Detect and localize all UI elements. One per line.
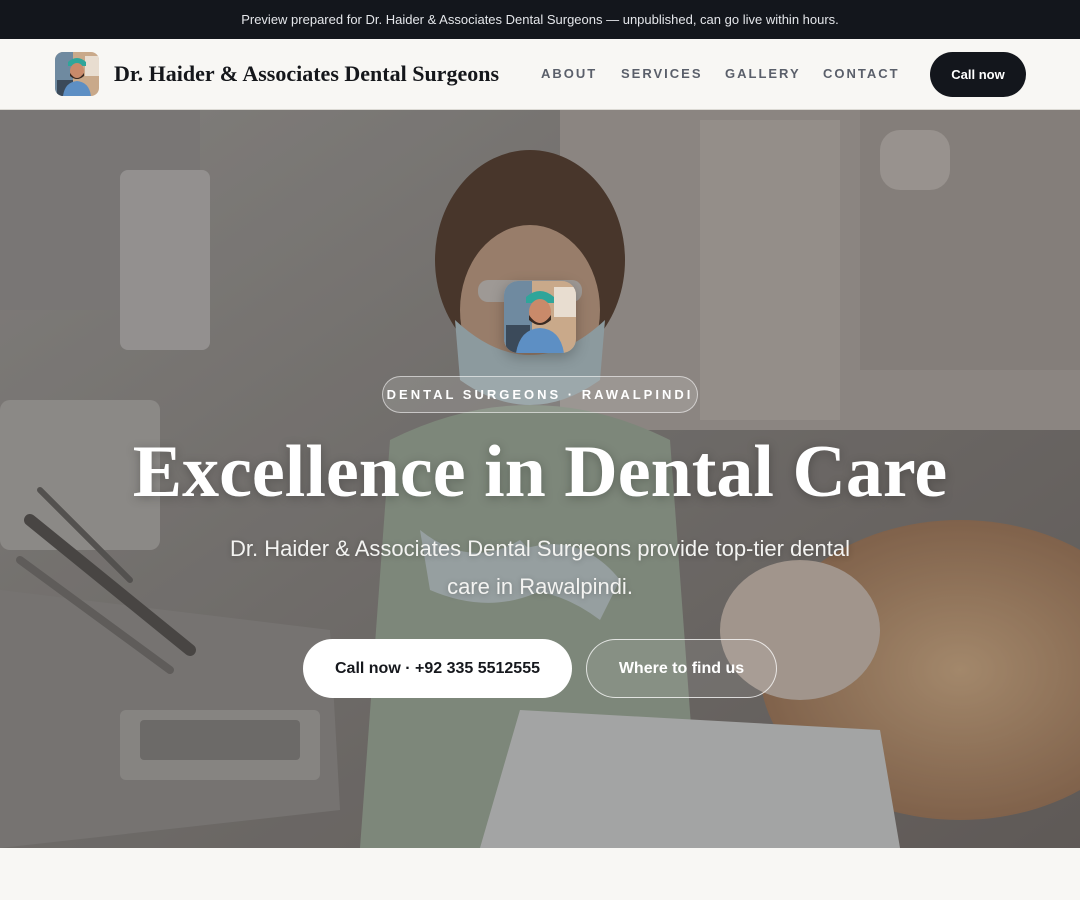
hero-call-button[interactable]: Call now · +92 335 5512555 bbox=[303, 639, 572, 698]
brand-avatar[interactable] bbox=[55, 52, 99, 96]
location-badge: DENTAL SURGEONS · RAWALPINDI bbox=[382, 376, 698, 413]
preview-banner-text: Preview prepared for Dr. Haider & Associ… bbox=[241, 12, 839, 27]
doctor-photo-icon bbox=[55, 52, 99, 96]
nav-contact-link[interactable]: CONTACT bbox=[823, 66, 900, 81]
site-header: Dr. Haider & Associates Dental Surgeons … bbox=[0, 39, 1080, 110]
nav-services-link[interactable]: SERVICES bbox=[621, 66, 703, 81]
next-section bbox=[0, 848, 1080, 900]
doctor-portrait-icon bbox=[504, 281, 576, 353]
hero-subtitle: Dr. Haider & Associates Dental Surgeons … bbox=[230, 536, 850, 599]
nav-about-link[interactable]: ABOUT bbox=[541, 66, 597, 81]
brand-name[interactable]: Dr. Haider & Associates Dental Surgeons bbox=[114, 61, 499, 87]
preview-banner: Preview prepared for Dr. Haider & Associ… bbox=[0, 0, 1080, 39]
hero-title: Excellence in Dental Care bbox=[132, 431, 948, 513]
hero-avatar bbox=[504, 281, 576, 353]
hero-section: DENTAL SURGEONS · RAWALPINDI Excellence … bbox=[0, 110, 1080, 848]
nav-gallery-link[interactable]: GALLERY bbox=[725, 66, 801, 81]
header-call-button[interactable]: Call now bbox=[930, 52, 1026, 97]
where-to-find-us-button[interactable]: Where to find us bbox=[586, 639, 777, 698]
